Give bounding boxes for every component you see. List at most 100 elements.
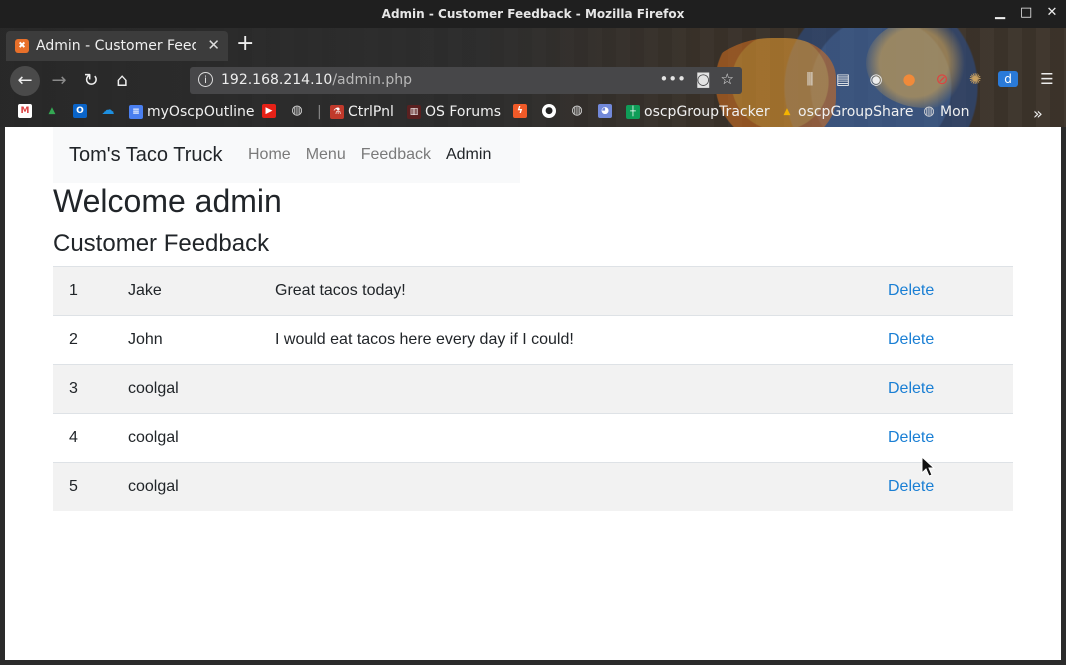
- extension-flame-icon[interactable]: ●: [899, 66, 919, 92]
- xampp-favicon-icon: ✖: [15, 39, 29, 53]
- row-id: 2: [53, 315, 112, 365]
- google-sheets-icon: ┼: [626, 105, 640, 119]
- ctrlpnl-icon: ⚗: [330, 105, 344, 119]
- table-row: 2 John I would eat tacos here every day …: [53, 315, 1013, 365]
- bookmark-item[interactable]: ◍: [290, 104, 308, 118]
- row-name: coolgal: [112, 364, 259, 414]
- bookmark-item[interactable]: ┼ oscpGroupTracker: [626, 104, 770, 120]
- table-row: 3 coolgal Delete: [53, 364, 1013, 414]
- bookmark-item[interactable]: ⚗ CtrlPnl: [330, 104, 394, 120]
- nav-admin-link[interactable]: Admin: [446, 146, 491, 164]
- close-window-icon[interactable]: ✕: [1046, 4, 1058, 22]
- feedback-table: 1 Jake Great tacos today! Delete 2 John …: [53, 266, 1013, 511]
- nav-feedback-link[interactable]: Feedback: [361, 146, 431, 164]
- menu-hamburger-icon[interactable]: ☰: [1037, 66, 1057, 92]
- browser-window: Admin - Customer Feedback - Mozilla Fire…: [0, 0, 1066, 665]
- bookmark-star-icon[interactable]: ☆: [721, 70, 734, 88]
- extension-d-icon[interactable]: d: [998, 71, 1018, 87]
- site-brand[interactable]: Tom's Taco Truck: [69, 144, 223, 167]
- bolt-icon: ϟ: [513, 104, 527, 118]
- bookmarks-toolbar: M ▲ O ☁ ≡ myOscpOutline ▶ ◍ | ⚗ CtrlPnl ▥ O…: [0, 99, 1066, 127]
- home-icon[interactable]: ⌂: [109, 68, 135, 94]
- url-text[interactable]: 192.168.214.10/admin.php: [221, 72, 412, 88]
- title-bar: Admin - Customer Feedback - Mozilla Fire…: [0, 0, 1066, 28]
- minimize-icon[interactable]: ▁: [994, 4, 1006, 22]
- new-tab-button[interactable]: +: [236, 33, 254, 55]
- page-actions-icon[interactable]: •••: [659, 70, 686, 88]
- onedrive-icon: ☁: [101, 103, 115, 118]
- row-id: 1: [53, 266, 112, 316]
- github-icon: ●: [542, 104, 556, 118]
- bookmark-item[interactable]: M: [18, 104, 36, 118]
- bookmark-item[interactable]: ▶: [262, 104, 280, 118]
- table-row: 4 coolgal Delete: [53, 413, 1013, 463]
- sidebar-icon[interactable]: ▤: [833, 66, 853, 92]
- row-name: coolgal: [112, 413, 259, 463]
- nav-menu-link[interactable]: Menu: [306, 146, 346, 164]
- google-docs-icon: ≡: [129, 105, 143, 119]
- window-title: Admin - Customer Feedback - Mozilla Fire…: [381, 7, 685, 21]
- tab-title: Admin - Customer Feedb: [36, 38, 196, 54]
- delete-link[interactable]: Delete: [888, 380, 934, 397]
- tab-active[interactable]: ✖ Admin - Customer Feedb ✕: [6, 31, 228, 61]
- bookmark-item[interactable]: ☁: [101, 104, 119, 118]
- window-border-bottom: [0, 660, 1066, 665]
- account-icon[interactable]: ◉: [866, 66, 886, 92]
- globe-icon: ◍: [923, 104, 935, 119]
- globe-icon: ◍: [571, 103, 583, 118]
- window-controls: ▁ □ ✕: [994, 4, 1058, 22]
- bookmark-item[interactable]: ●: [542, 104, 560, 118]
- outlook-icon: O: [73, 104, 87, 118]
- url-actions: ••• ◙ ☆: [659, 70, 734, 88]
- google-drive-icon: ▲: [48, 106, 56, 116]
- bookmark-item[interactable]: ▲ oscpGroupShare: [780, 104, 914, 120]
- row-name: Jake: [112, 266, 259, 316]
- bookmark-separator: |: [317, 104, 322, 120]
- browser-chrome: ✖ Admin - Customer Feedb ✕ + ← → ↻ ⌂ i 1…: [0, 28, 1066, 127]
- toolbar-icons: ⫼ ▤ ◉ ● ⊘ ✺ d ☰: [800, 66, 1057, 92]
- bookmark-item[interactable]: ◍ Mon: [922, 104, 969, 120]
- back-icon[interactable]: ←: [10, 66, 40, 96]
- bookmark-item[interactable]: ▥ OS Forums: [407, 104, 501, 120]
- youtube-icon: ▶: [262, 104, 276, 118]
- delete-link[interactable]: Delete: [888, 429, 934, 446]
- delete-link[interactable]: Delete: [888, 478, 934, 495]
- site-info-icon[interactable]: i: [198, 72, 213, 87]
- site-nav-links: Home Menu Feedback Admin: [248, 146, 491, 164]
- row-id: 5: [53, 462, 112, 511]
- bookmark-item[interactable]: ◍: [570, 104, 588, 118]
- bookmark-item[interactable]: O: [73, 104, 91, 118]
- reload-icon[interactable]: ↻: [78, 68, 104, 94]
- url-bar[interactable]: i 192.168.214.10/admin.php ••• ◙ ☆: [190, 67, 742, 94]
- bookmarks-overflow-icon[interactable]: »: [1033, 104, 1043, 123]
- pocket-icon[interactable]: ◙: [696, 70, 711, 88]
- bookmark-item[interactable]: ϟ: [513, 104, 531, 118]
- extension-block-icon[interactable]: ⊘: [932, 66, 952, 92]
- page-title: Welcome admin: [53, 183, 282, 219]
- gmail-icon: M: [18, 104, 32, 118]
- os-forums-icon: ▥: [407, 105, 421, 119]
- table-row: 1 Jake Great tacos today! Delete: [53, 266, 1013, 316]
- tab-close-icon[interactable]: ✕: [207, 36, 220, 54]
- section-title: Customer Feedback: [53, 230, 270, 257]
- row-name: coolgal: [112, 462, 259, 511]
- url-path: /admin.php: [332, 72, 413, 88]
- forward-icon[interactable]: →: [46, 68, 72, 94]
- navigation-toolbar: ← → ↻ ⌂ i 192.168.214.10/admin.php ••• ◙…: [0, 63, 1066, 99]
- nav-home-link[interactable]: Home: [248, 146, 291, 164]
- mouse-cursor-icon: [921, 455, 936, 477]
- maximize-icon[interactable]: □: [1020, 4, 1032, 22]
- row-message: [259, 364, 872, 414]
- row-message: [259, 413, 872, 463]
- delete-link[interactable]: Delete: [888, 331, 934, 348]
- discord-icon: ◕: [598, 104, 612, 118]
- bookmark-item[interactable]: ≡ myOscpOutline: [129, 104, 254, 120]
- delete-link[interactable]: Delete: [888, 282, 934, 299]
- bookmark-item[interactable]: ▲: [45, 104, 63, 118]
- bookmark-item[interactable]: ◕: [598, 104, 616, 118]
- row-message: [259, 462, 872, 511]
- window-border-right: [1061, 127, 1066, 665]
- library-icon[interactable]: ⫼: [800, 66, 820, 92]
- extension-cookie-icon[interactable]: ✺: [965, 66, 985, 92]
- google-drive-icon: ▲: [783, 107, 791, 117]
